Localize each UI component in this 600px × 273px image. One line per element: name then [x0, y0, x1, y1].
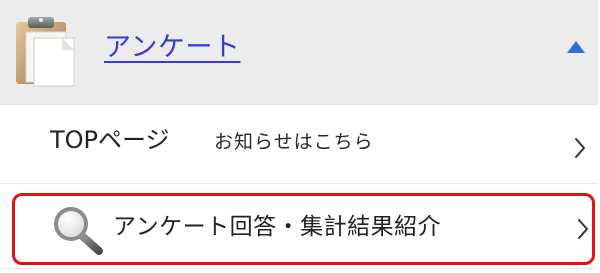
accordion-menu: アンケート TOPページ お知らせはこちら アンケート回答・集計結果紹介	[0, 0, 600, 273]
list-item-title: TOPページ	[50, 126, 170, 154]
list-item-top-page[interactable]: TOPページ お知らせはこちら	[0, 105, 598, 184]
survey-section-link[interactable]: アンケート	[104, 28, 240, 68]
magnifier-icon	[54, 207, 103, 255]
caret-up-icon[interactable]	[566, 40, 586, 54]
list-item-survey-results[interactable]: アンケート回答・集計結果紹介	[12, 193, 595, 265]
divider	[0, 268, 598, 269]
chevron-right-icon	[578, 219, 588, 239]
menu-header[interactable]: アンケート	[0, 0, 598, 105]
list-item-title: アンケート回答・集計結果紹介	[113, 214, 442, 240]
list-item-subtitle: お知らせはこちら	[214, 131, 374, 153]
chevron-right-icon	[575, 138, 585, 158]
clipboard-icon	[16, 17, 75, 87]
